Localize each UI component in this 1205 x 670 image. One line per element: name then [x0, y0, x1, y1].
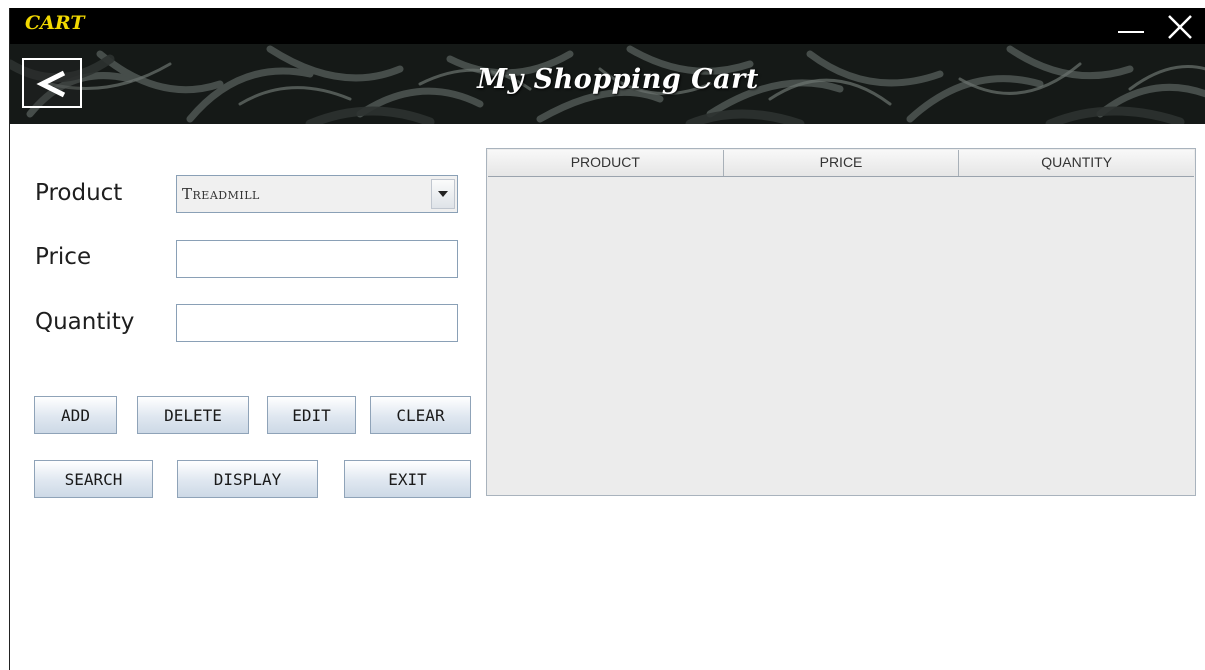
search-button[interactable]: SEARCH	[34, 460, 153, 498]
delete-button[interactable]: DELETE	[137, 396, 249, 434]
table-header: PRODUCT PRICE QUANTITY	[488, 150, 1194, 177]
price-label: Price	[35, 244, 92, 270]
column-header-quantity[interactable]: QUANTITY	[959, 150, 1194, 176]
close-button[interactable]	[1162, 10, 1200, 44]
title-bar: CART	[10, 8, 1205, 44]
product-label: Product	[35, 180, 123, 206]
product-dropdown[interactable]: Treadmill	[176, 175, 458, 213]
minimize-icon	[1118, 31, 1144, 33]
header-banner: My Shopping Cart	[10, 44, 1205, 124]
chevron-down-icon	[438, 191, 448, 197]
price-field[interactable]	[176, 240, 458, 278]
cart-table[interactable]: PRODUCT PRICE QUANTITY	[486, 148, 1196, 496]
add-button[interactable]: ADD	[34, 396, 117, 434]
clear-button[interactable]: CLEAR	[370, 396, 471, 434]
display-button[interactable]: DISPLAY	[177, 460, 318, 498]
quantity-label: Quantity	[35, 309, 135, 335]
exit-button[interactable]: EXIT	[344, 460, 471, 498]
window-title: CART	[25, 12, 85, 34]
page-title: My Shopping Cart	[477, 64, 759, 95]
edit-button[interactable]: EDIT	[267, 396, 356, 434]
minimize-button[interactable]	[1112, 10, 1150, 44]
dropdown-arrow-button[interactable]	[431, 179, 455, 209]
column-header-product[interactable]: PRODUCT	[488, 150, 724, 176]
product-dropdown-value: Treadmill	[182, 185, 260, 203]
column-header-price[interactable]: PRICE	[724, 150, 960, 176]
cart-window: CART My Shopping Cart Product Price Quan…	[9, 8, 1205, 670]
close-icon	[1168, 15, 1192, 39]
quantity-field[interactable]	[176, 304, 458, 342]
